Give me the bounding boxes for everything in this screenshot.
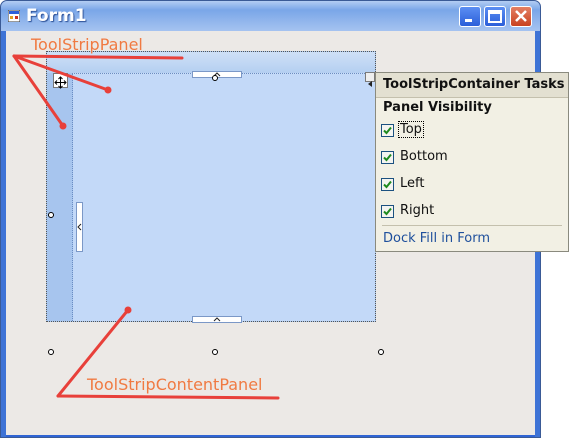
- tool-strip-panel-underline: [12, 54, 184, 60]
- content-panel-underline: [56, 394, 280, 400]
- annotation-arrows: [12, 54, 280, 400]
- tool-strip-panel-arrow-top: [12, 54, 110, 92]
- tool-strip-panel-annotation: ToolStripPanel: [31, 35, 143, 54]
- tool-strip-panel-arrow-top-dot: [104, 86, 112, 94]
- content-panel-arrow-dot: [124, 306, 132, 314]
- tool-strip-content-panel-annotation: ToolStripContentPanel: [87, 375, 263, 394]
- tool-strip-panel-arrow-left-dot: [59, 122, 67, 130]
- tool-strip-panel-arrow-left: [12, 54, 65, 128]
